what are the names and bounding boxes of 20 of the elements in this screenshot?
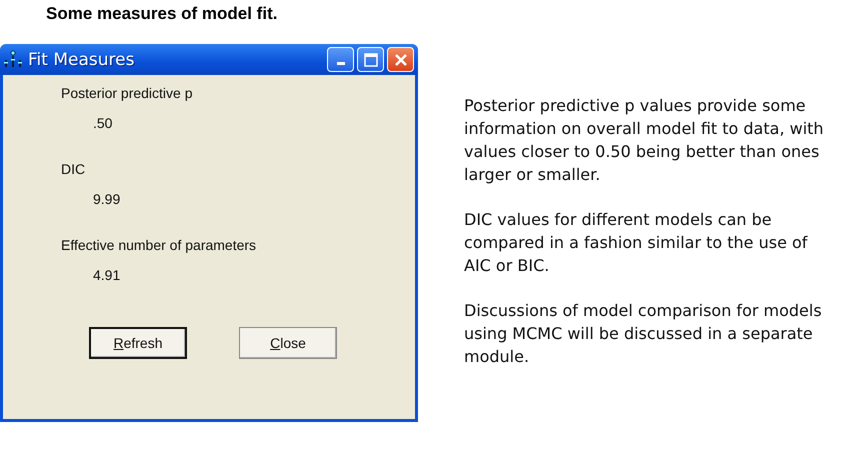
close-dialog-button[interactable]: Close: [239, 327, 337, 359]
note-paragraph: Posterior predictive p values provide some information on overall model fit to data, with values closer to 0.50 being better than ones larger or smaller.: [464, 95, 825, 186]
note-paragraph: Discussions of model comparison for models using MCMC will be discussed in a separate module.: [464, 300, 823, 368]
measure-value: 9.99: [92, 190, 122, 209]
slide-heading: Some measures of model fit.: [45, 3, 278, 25]
app-icon: [3, 50, 23, 70]
window-title: Fit Measures: [28, 50, 136, 70]
measure-value: 4.91: [92, 266, 122, 285]
measure-label: Effective number of parameters: [61, 237, 258, 255]
note-paragraph: DIC values for different models can be compared in a fashion similar to the use of AIC or BIC.: [464, 209, 809, 277]
close-icon: [394, 52, 408, 66]
measure-label: Posterior predictive p: [61, 85, 194, 103]
close-button[interactable]: [387, 47, 414, 72]
measure-value: .50: [92, 114, 114, 133]
measure-label: DIC: [61, 161, 86, 179]
refresh-button[interactable]: Refresh: [89, 327, 187, 359]
minimize-button[interactable]: [327, 47, 354, 72]
maximize-button[interactable]: [357, 47, 384, 72]
minimize-icon: [336, 62, 344, 65]
maximize-icon: [364, 52, 378, 66]
